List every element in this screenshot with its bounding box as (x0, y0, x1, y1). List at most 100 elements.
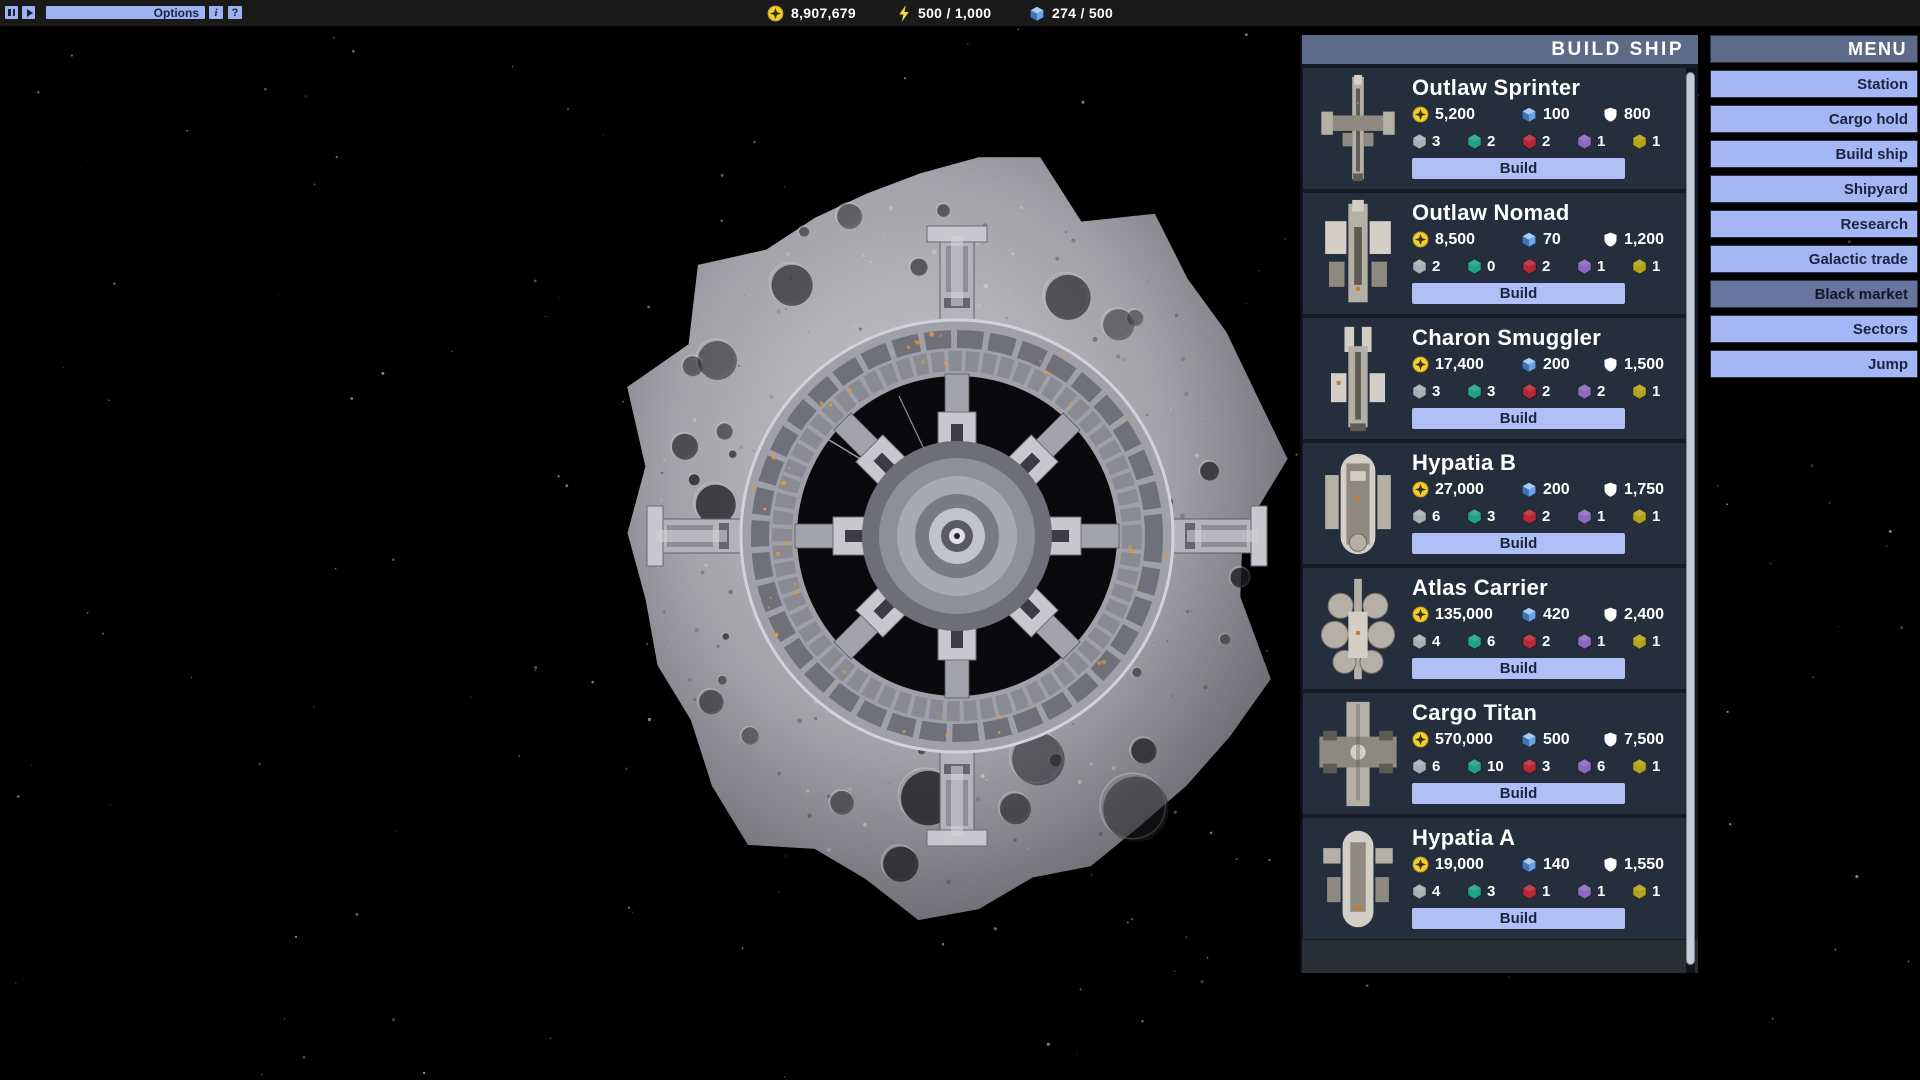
build-button[interactable]: Build (1412, 908, 1625, 929)
ship-info: Outlaw Nomad 8,500 70 (1412, 193, 1687, 314)
cargo-value: 70 (1543, 231, 1561, 249)
ship-cost-row: 5,200 100 800 (1412, 101, 1687, 128)
ship-info: Cargo Titan 570,000 500 (1412, 693, 1687, 814)
shield-icon (1603, 731, 1618, 748)
ship-thumbnail (1303, 193, 1412, 314)
menu-item-jump[interactable]: Jump (1710, 350, 1918, 378)
material-value: 6 (1487, 633, 1495, 650)
material-stat: 2 (1522, 383, 1577, 400)
pause-icon (13, 9, 16, 16)
cost-stat: 27,000 (1412, 481, 1521, 499)
material-stat: 1 (1522, 883, 1577, 900)
cargo-icon (1029, 5, 1045, 22)
build-button[interactable]: Build (1412, 533, 1625, 554)
build-ship-panel: BUILD SHIP Outlaw Sprinter 5,200 10 (1300, 35, 1698, 973)
material-value: 1 (1597, 633, 1605, 650)
ship-cost-row: 570,000 500 7,500 (1412, 726, 1687, 753)
material-stat: 3 (1412, 133, 1467, 150)
shield-icon (1603, 106, 1618, 123)
asteroid-station-view (595, 128, 1307, 934)
cargo-value: 140 (1543, 856, 1570, 874)
material-value: 2 (1597, 383, 1605, 400)
material-value: 3 (1432, 133, 1440, 150)
play-icon (27, 9, 33, 17)
cargo-icon (1521, 731, 1537, 748)
shield-value: 7,500 (1624, 731, 1664, 749)
credits-icon (1412, 731, 1429, 748)
material-stat: 1 (1577, 258, 1632, 275)
material-stat: 3 (1467, 383, 1522, 400)
material-value: 3 (1487, 883, 1495, 900)
build-button[interactable]: Build (1412, 408, 1625, 429)
energy-icon (897, 5, 911, 22)
material-stat: 1 (1632, 883, 1687, 900)
ship-card: Charon Smuggler 17,400 200 (1303, 318, 1687, 439)
menu-item-shipyard[interactable]: Shipyard (1710, 175, 1918, 203)
material-stat: 2 (1522, 133, 1577, 150)
credits-icon (1412, 356, 1429, 373)
info-button[interactable]: i (209, 6, 223, 19)
material-value: 2 (1542, 133, 1550, 150)
material-value: 1 (1652, 883, 1660, 900)
build-button[interactable]: Build (1412, 158, 1625, 179)
build-button[interactable]: Build (1412, 783, 1625, 804)
ship-thumbnail (1303, 318, 1412, 439)
material-red-icon (1522, 258, 1537, 275)
material-stat: 1 (1577, 883, 1632, 900)
menu-item-build-ship[interactable]: Build ship (1710, 140, 1918, 168)
shield-value: 1,500 (1624, 356, 1664, 374)
material-value: 3 (1542, 758, 1550, 775)
material-stat: 4 (1412, 633, 1467, 650)
pause-button[interactable] (5, 6, 18, 19)
options-button[interactable]: Options (46, 6, 205, 19)
menu-item-cargo-hold[interactable]: Cargo hold (1710, 105, 1918, 133)
menu-item-station[interactable]: Station (1710, 70, 1918, 98)
menu-item-galactic-trade[interactable]: Galactic trade (1710, 245, 1918, 273)
material-stat: 2 (1467, 133, 1522, 150)
help-button[interactable]: ? (228, 6, 242, 19)
menu-item-sectors[interactable]: Sectors (1710, 315, 1918, 343)
shield-stat: 1,550 (1603, 856, 1687, 874)
cargo-icon (1521, 356, 1537, 373)
ship-name: Cargo Titan (1412, 699, 1687, 726)
cost-stat: 17,400 (1412, 356, 1521, 374)
material-yellow-icon (1632, 133, 1647, 150)
shield-value: 1,750 (1624, 481, 1664, 499)
scrollbar-thumb[interactable] (1686, 72, 1695, 965)
ship-name: Hypatia B (1412, 449, 1687, 476)
cargo-stat: 200 (1521, 481, 1603, 499)
play-button[interactable] (22, 6, 35, 19)
menu-item-research[interactable]: Research (1710, 210, 1918, 238)
build-button[interactable]: Build (1412, 283, 1625, 304)
menu-title: MENU (1710, 35, 1918, 63)
material-stat: 6 (1577, 758, 1632, 775)
credits-readout: 8,907,679 (767, 0, 856, 26)
material-purple-icon (1577, 758, 1592, 775)
material-yellow-icon (1632, 883, 1647, 900)
material-value: 1 (1652, 758, 1660, 775)
ship-cost-row: 8,500 70 1,200 (1412, 226, 1687, 253)
material-teal-icon (1467, 383, 1482, 400)
ship-materials-row: 3 3 2 2 1 (1412, 378, 1687, 404)
material-stat: 6 (1412, 758, 1467, 775)
material-value: 2 (1542, 633, 1550, 650)
material-gray-icon (1412, 758, 1427, 775)
material-value: 1 (1597, 883, 1605, 900)
ship-card: Cargo Titan 570,000 500 (1303, 693, 1687, 814)
menu-item-black-market[interactable]: Black market (1710, 280, 1918, 308)
ship-info: Hypatia B 27,000 200 (1412, 443, 1687, 564)
material-value: 10 (1487, 758, 1504, 775)
material-value: 1 (1652, 258, 1660, 275)
material-stat: 1 (1632, 508, 1687, 525)
cost-value: 27,000 (1435, 481, 1484, 499)
material-purple-icon (1577, 633, 1592, 650)
material-value: 0 (1487, 258, 1495, 275)
material-red-icon (1522, 633, 1537, 650)
build-button[interactable]: Build (1412, 658, 1625, 679)
cargo-icon (1521, 231, 1537, 248)
game-screen: Options i ? 8,907,679 500 / 1,000 274 / … (0, 0, 1920, 1080)
material-value: 1 (1652, 133, 1660, 150)
material-teal-icon (1467, 133, 1482, 150)
material-stat: 10 (1467, 758, 1522, 775)
ship-info: Atlas Carrier 135,000 420 (1412, 568, 1687, 689)
